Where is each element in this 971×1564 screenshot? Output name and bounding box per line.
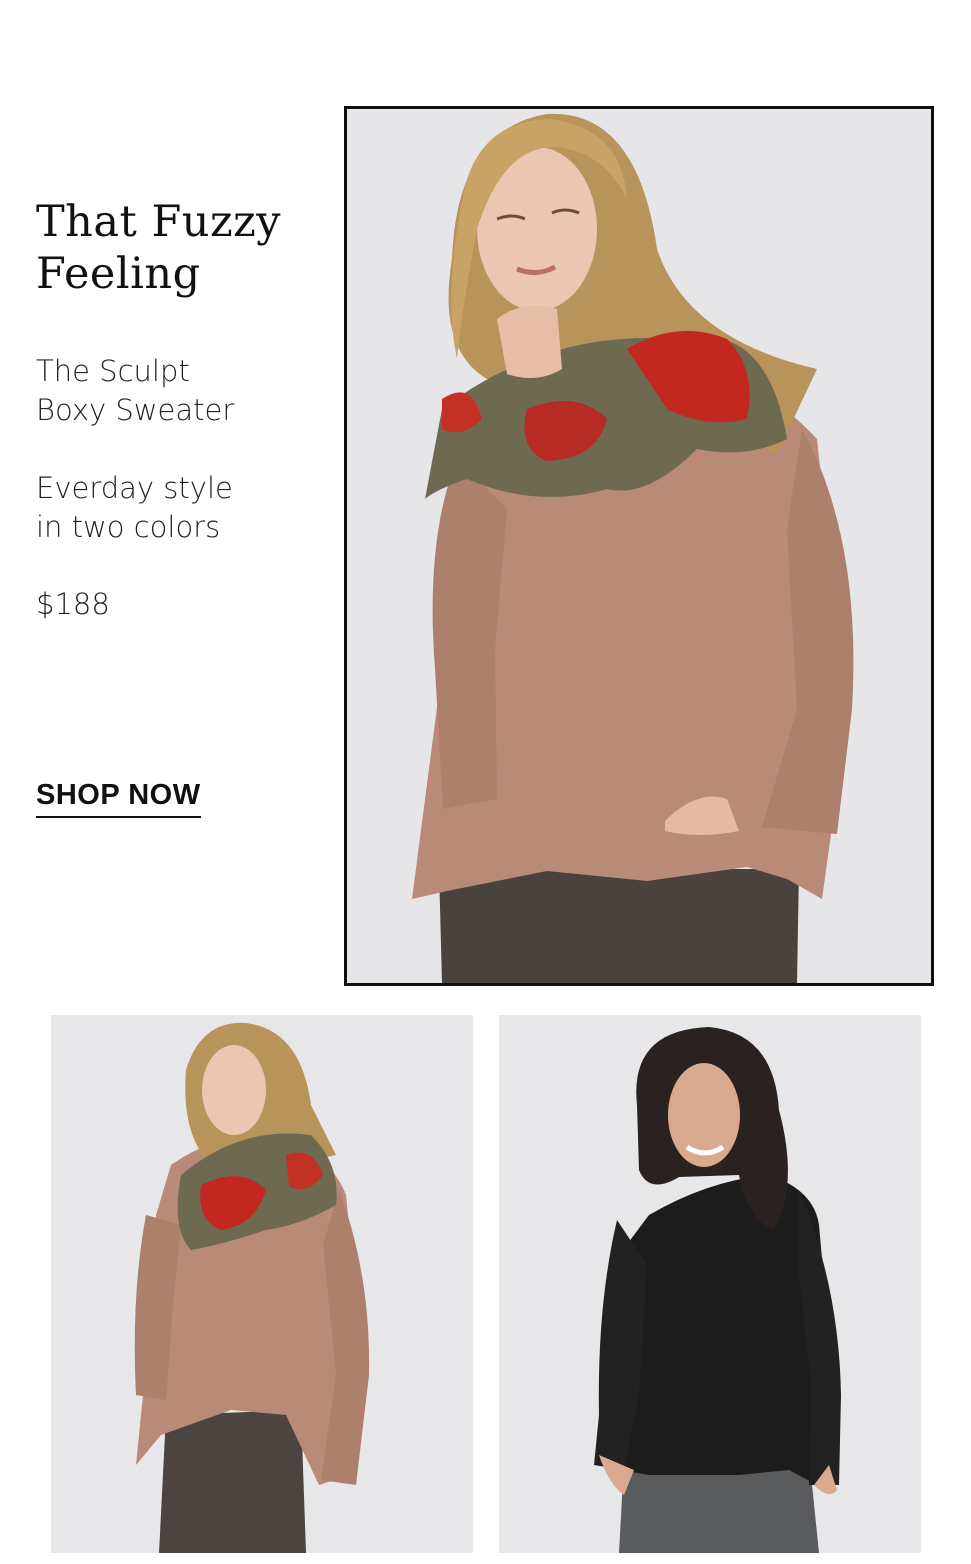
product-name: The Sculpt Boxy Sweater	[36, 352, 326, 430]
thumb-left-illustration	[51, 1015, 473, 1553]
thumbnail-blush-sweater[interactable]	[51, 1015, 473, 1553]
tagline-line-1: Everday style	[36, 471, 233, 505]
thumb-right-illustration	[499, 1015, 921, 1553]
hero-illustration	[347, 109, 931, 983]
shop-now-link[interactable]: SHOP NOW	[36, 779, 201, 818]
product-price: $188	[36, 587, 110, 621]
product-name-line-1: The Sculpt	[36, 354, 190, 388]
promo-headline: That Fuzzy Feeling	[36, 196, 326, 300]
hero-image[interactable]	[344, 106, 934, 986]
product-name-line-2: Boxy Sweater	[36, 393, 235, 427]
headline-line-1: That Fuzzy	[36, 197, 282, 247]
tagline-line-2: in two colors	[36, 510, 221, 544]
product-tagline: Everday style in two colors	[36, 469, 326, 547]
headline-line-2: Feeling	[36, 249, 201, 299]
thumbnail-black-sweater[interactable]	[499, 1015, 921, 1553]
